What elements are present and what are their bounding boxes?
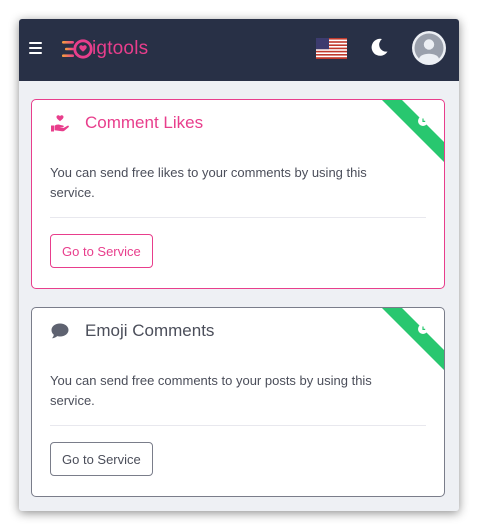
clock-icon xyxy=(418,324,428,334)
go-to-service-button[interactable]: Go to Service xyxy=(50,442,153,476)
divider xyxy=(50,425,426,426)
go-to-service-button[interactable]: Go to Service xyxy=(50,234,153,268)
comment-icon xyxy=(51,323,69,339)
card-title: Emoji Comments xyxy=(50,321,214,341)
logo[interactable]: igtools xyxy=(61,35,148,63)
moon-icon[interactable] xyxy=(368,36,390,58)
card-description: You can send free likes to your comments… xyxy=(50,165,367,200)
us-flag-icon[interactable] xyxy=(316,38,347,59)
divider xyxy=(50,217,426,218)
logo-mark-icon xyxy=(62,39,93,59)
service-card-emoji-comments: Emoji Comments You can send free comment… xyxy=(31,307,445,497)
ribbon-badge xyxy=(382,100,444,162)
hand-heart-icon xyxy=(51,115,69,132)
clock-icon xyxy=(418,116,428,126)
menu-icon[interactable] xyxy=(29,42,42,54)
logo-text: igtools xyxy=(92,38,149,59)
user-avatar-icon[interactable] xyxy=(412,31,446,65)
app-window: igtools Comment Likes You can send free … xyxy=(19,19,459,511)
ribbon-badge xyxy=(382,308,444,370)
service-card-comment-likes: Comment Likes You can send free likes to… xyxy=(31,99,445,289)
card-title-text: Emoji Comments xyxy=(85,321,215,340)
card-description: You can send free comments to your posts… xyxy=(50,373,372,408)
card-title-text: Comment Likes xyxy=(85,113,204,132)
card-title: Comment Likes xyxy=(50,113,203,133)
navbar: igtools xyxy=(19,19,459,81)
